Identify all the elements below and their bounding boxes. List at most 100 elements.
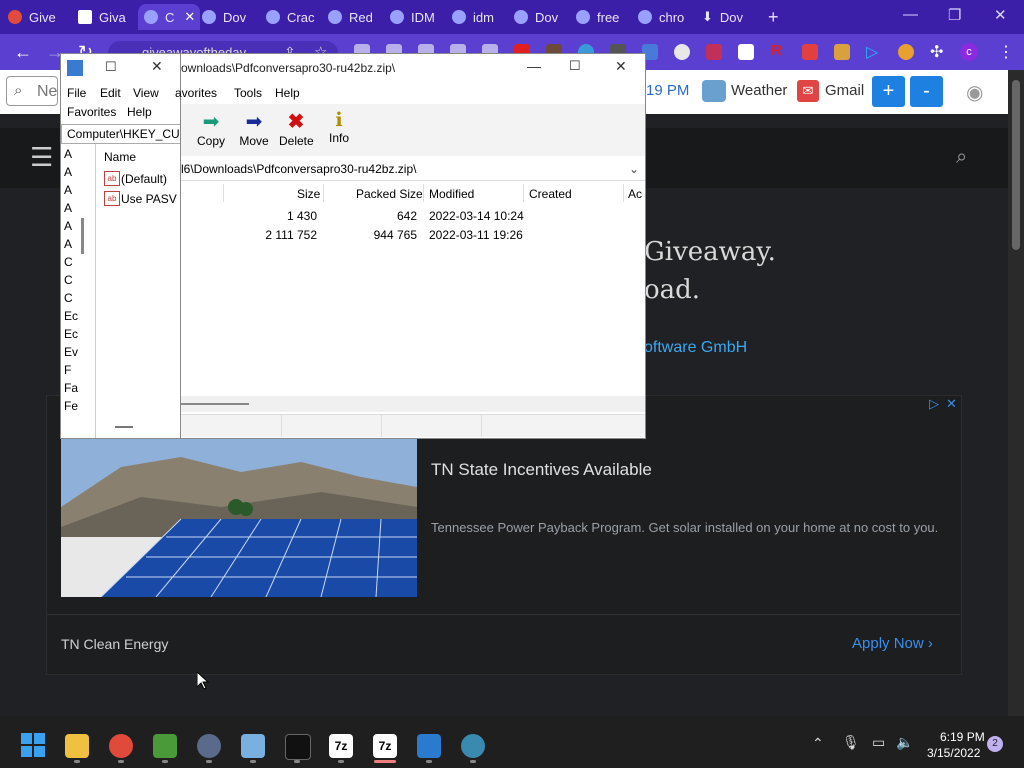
extension-icon[interactable] [834,44,850,60]
archive-path-bar[interactable]: l6\Downloads\Pdfconversapro30-ru42bz.zip… [181,158,645,181]
close-window-icon[interactable]: ✕ [151,58,163,75]
settings-gear-icon[interactable] [197,734,221,758]
extension-icon[interactable] [674,44,690,60]
terminal-icon[interactable] [285,734,311,760]
extension-icon[interactable] [898,44,914,60]
microphone-icon[interactable]: 🎙 [842,734,860,751]
col-accessed[interactable]: Ac [628,187,642,201]
r-extension-icon[interactable]: R [771,42,782,59]
clock-time[interactable]: 6:19 PM [940,730,985,744]
page-scrollbar[interactable] [1008,70,1024,716]
weather-icon[interactable] [702,80,726,102]
table-row[interactable]: 1 430 642 2022-03-14 10:24 [181,206,645,225]
tree-scrollbar-thumb[interactable] [81,218,84,254]
profile-avatar[interactable]: c [960,43,978,61]
tree-key[interactable]: A [64,147,72,161]
network-icon[interactable]: ▭ [872,734,885,751]
minimize-icon[interactable]: — [903,6,918,23]
copy-button[interactable]: ➡ Copy [197,109,225,148]
tree-key[interactable]: A [64,201,72,215]
back-icon[interactable]: ← [14,42,32,63]
file-explorer-icon[interactable] [65,734,89,758]
browser-tab[interactable]: idm [452,4,508,30]
tree-key[interactable]: F [64,363,71,377]
tree-key[interactable]: Ec [64,327,78,341]
regedit-icon[interactable] [417,734,441,758]
tree-key[interactable]: C [64,255,73,269]
registry-value[interactable]: Use PASV [121,192,177,206]
tree-key[interactable]: Fa [64,381,78,395]
delete-button[interactable]: ✖ Delete [279,109,314,148]
adchoices-icon[interactable]: ▷ [929,396,939,412]
browser-tab[interactable]: IDM [390,4,446,30]
extension-icon[interactable] [738,44,754,60]
table-row[interactable]: 2 111 752 944 765 2022-03-11 19:26 [181,225,645,244]
tree-key[interactable]: A [64,219,72,233]
maximize-icon[interactable]: ☐ [105,59,117,75]
tree-key[interactable]: Ev [64,345,78,359]
menu-favorites[interactable]: Favorites [67,105,116,119]
browser-tab-active[interactable]: C ✕ [138,4,200,30]
browser-tab[interactable]: Give [8,4,70,30]
notification-badge[interactable]: 2 [987,736,1003,752]
7zip-icon[interactable]: 7z [329,734,353,758]
horizontal-scrollbar[interactable] [181,396,645,412]
values-name-header[interactable]: Name [104,150,136,164]
tree-key[interactable]: C [64,291,73,305]
maximize-icon[interactable]: ☐ [569,58,581,74]
ad-title[interactable]: TN State Incentives Available [431,460,652,480]
chevron-up-icon[interactable]: ⌃ [812,735,824,752]
tree-key[interactable]: A [64,183,72,197]
ad-solar-panel-image[interactable] [61,437,417,597]
extensions-puzzle-icon[interactable]: ✣ [930,42,943,62]
browser-tab[interactable]: ⬇ Dov [702,4,758,30]
restore-icon[interactable]: ❐ [948,6,961,24]
ad-close-icon[interactable]: ✕ [946,396,957,412]
menu-help[interactable]: Help [127,105,152,119]
info-button[interactable]: i Info [325,109,353,145]
chevron-down-icon[interactable]: ⌄ [629,158,639,180]
move-button[interactable]: ➡ Move [239,109,269,148]
browser-tab[interactable]: chro [638,4,694,30]
extension-icon[interactable] [706,44,722,60]
menu-view[interactable]: View [133,86,159,100]
close-window-icon[interactable]: ✕ [994,6,1007,24]
col-created[interactable]: Created [529,187,572,201]
col-modified[interactable]: Modified [429,187,474,201]
menu-help[interactable]: Help [275,86,300,100]
registry-path-field[interactable]: Computer\HKEY_CUI [61,124,181,144]
site-search-icon[interactable]: ⌕ [956,146,967,169]
extension-icon[interactable] [802,44,818,60]
photos-icon[interactable] [241,734,265,758]
hamburger-menu-icon[interactable]: ☰ [30,144,53,170]
scrollbar-thumb[interactable] [181,403,249,405]
tree-key[interactable]: A [64,165,72,179]
tree-key[interactable]: Ec [64,309,78,323]
7zip-icon[interactable]: 7z [373,734,397,758]
clock-date[interactable]: 3/15/2022 [927,746,980,760]
registry-value[interactable]: (Default) [121,172,167,186]
minimize-icon[interactable]: — [527,58,541,74]
menu-favorites[interactable]: avorites [175,86,217,100]
apply-now-button[interactable]: Apply Now › [852,635,933,652]
tree-key[interactable]: A [64,237,72,251]
play-extension-icon[interactable]: ▷ [866,42,878,62]
browser-tab[interactable]: Dov [514,4,570,30]
chrome-icon[interactable] [109,734,133,758]
gmail-link[interactable]: Gmail [825,82,864,99]
windows-start-icon[interactable] [21,733,45,757]
browser-tab[interactable]: Crac [266,4,322,30]
close-tab-icon[interactable]: ✕ [184,9,195,25]
zoom-out-button[interactable]: - [910,76,943,107]
col-size[interactable]: Size [297,187,320,201]
tree-key[interactable]: Fe [64,399,78,413]
volume-icon[interactable]: 🔈 [896,734,913,751]
browser-tab[interactable]: Dov [202,4,258,30]
menu-file[interactable]: File [67,86,86,100]
col-packed-size[interactable]: Packed Size [356,187,423,201]
menu-tools[interactable]: Tools [234,86,262,100]
browser-tab[interactable]: free [576,4,632,30]
close-window-icon[interactable]: ✕ [615,58,627,75]
zoom-in-button[interactable]: + [872,76,905,107]
menu-edit[interactable]: Edit [100,86,121,100]
